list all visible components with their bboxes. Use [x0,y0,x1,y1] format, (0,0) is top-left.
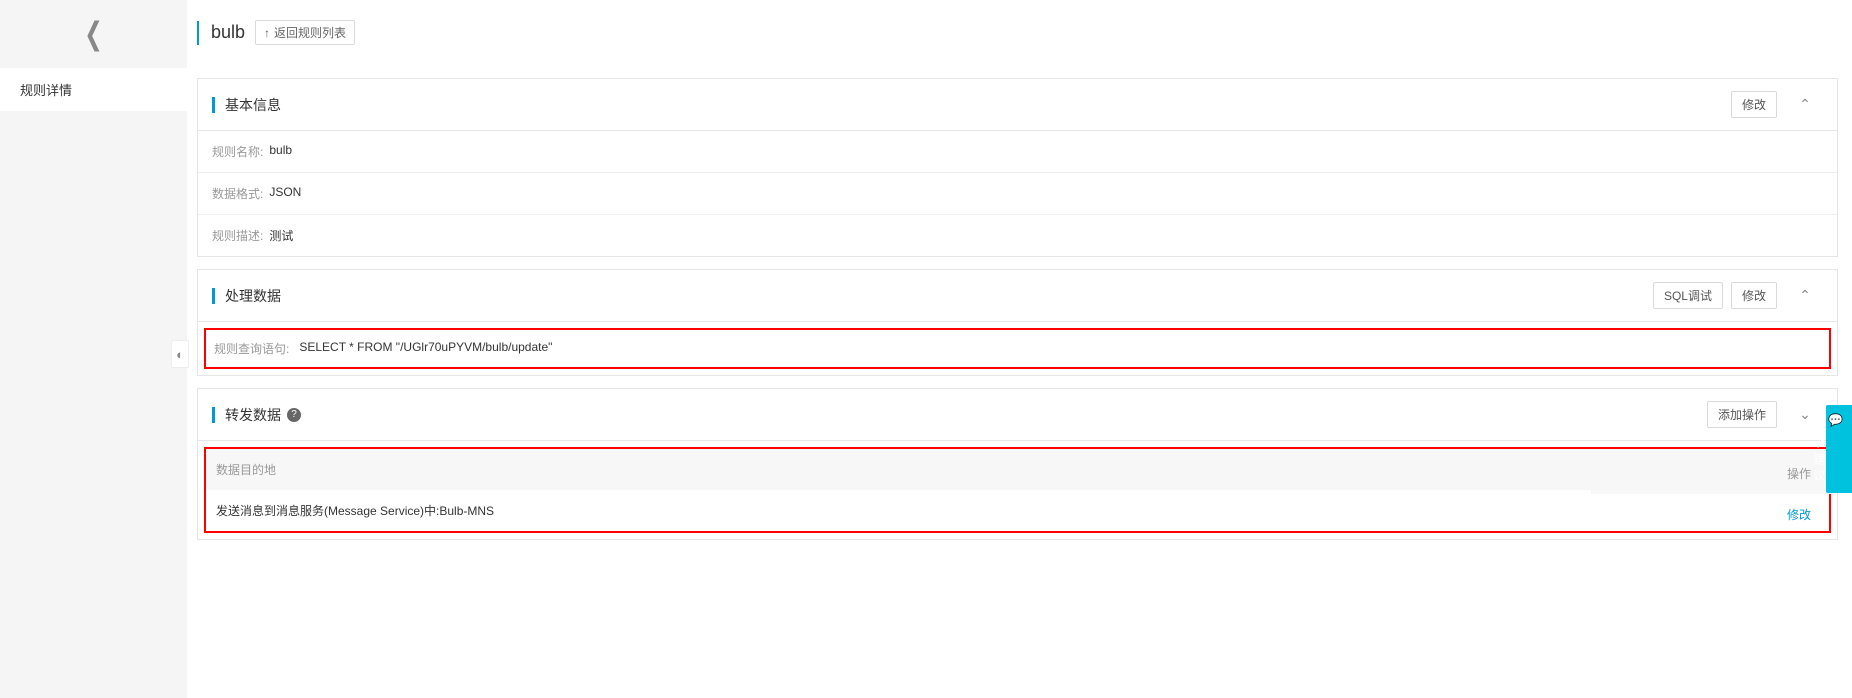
panel-collapse-chevron[interactable]: ⌃ [1787,96,1823,113]
sql-value: SELECT * FROM "/UGlr70uPYVM/bulb/update" [299,340,552,357]
panel-accent-bar [212,407,215,423]
panel-title-forward: 转发数据 [225,405,281,425]
row-rule-name: 规则名称: bulb [198,131,1837,173]
data-format-value: JSON [269,185,301,202]
th-destination: 数据目的地 [206,449,1829,490]
td-destination: 发送消息到消息服务(Message Service)中:Bulb-MNS [206,490,1829,531]
collapse-icon: ◐ [176,347,184,362]
basic-modify-button[interactable]: 修改 [1731,91,1777,118]
back-chevron-icon[interactable]: ❮ [84,16,102,52]
panel-accent-bar [212,288,215,304]
return-rule-list-button[interactable]: ↑ 返回规则列表 [255,20,355,45]
upload-icon: ↑ [264,26,270,40]
panel-title-process: 处理数据 [225,286,1653,306]
th-operations: 操作 [1591,453,1831,494]
data-format-label: 数据格式: [212,185,263,202]
title-accent-bar [197,21,199,45]
feedback-label: 咨询·建议 [1812,413,1826,485]
sql-debug-button[interactable]: SQL调试 [1653,282,1723,309]
chat-bubble-icon: 💬 [1828,413,1847,427]
panel-basic-info: 基本信息 修改 ⌃ 规则名称: bulb 数据格式: JSON 规则描述: 测试 [197,78,1838,257]
rule-name-value: bulb [269,143,292,160]
panel-process-data: 处理数据 SQL调试 修改 ⌃ 规则查询语句: SELECT * FROM "/… [197,269,1838,376]
row-modify-link[interactable]: 修改 [1787,508,1811,522]
rule-desc-label: 规则描述: [212,227,263,244]
sql-highlight-box: 规则查询语句: SELECT * FROM "/UGlr70uPYVM/bulb… [204,328,1831,369]
help-icon[interactable]: ? [287,408,301,422]
page-title: bulb [211,22,245,43]
row-rule-desc: 规则描述: 测试 [198,215,1837,256]
table-header-row: 数据目的地 [206,449,1829,490]
process-modify-button[interactable]: 修改 [1731,282,1777,309]
return-rule-list-label: 返回规则列表 [274,24,346,41]
row-data-format: 数据格式: JSON [198,173,1837,215]
panel-collapse-chevron[interactable]: ⌃ [1787,287,1823,304]
panel-forward-data: 转发数据 ? 添加操作 ⌄ 数据目的地 发送消息到消息服务(Message Se… [197,388,1838,540]
panel-accent-bar [212,97,215,113]
add-operation-button[interactable]: 添加操作 [1707,401,1777,428]
forward-table-highlight: 数据目的地 发送消息到消息服务(Message Service)中:Bulb-M… [204,447,1831,533]
sidebar-item-label: 规则详情 [20,83,72,98]
sidebar-item-rule-detail[interactable]: 规则详情 [0,68,187,111]
rule-desc-value: 测试 [269,227,293,244]
panel-title-basic: 基本信息 [225,95,1731,115]
table-row: 发送消息到消息服务(Message Service)中:Bulb-MNS [206,490,1829,531]
sql-label: 规则查询语句: [214,340,289,357]
sidebar: 规则详情 ◐ [0,68,187,698]
sidebar-collapse-toggle[interactable]: ◐ [171,340,189,368]
feedback-tab[interactable]: 💬 咨询·建议 [1826,405,1852,493]
rule-name-label: 规则名称: [212,143,263,160]
